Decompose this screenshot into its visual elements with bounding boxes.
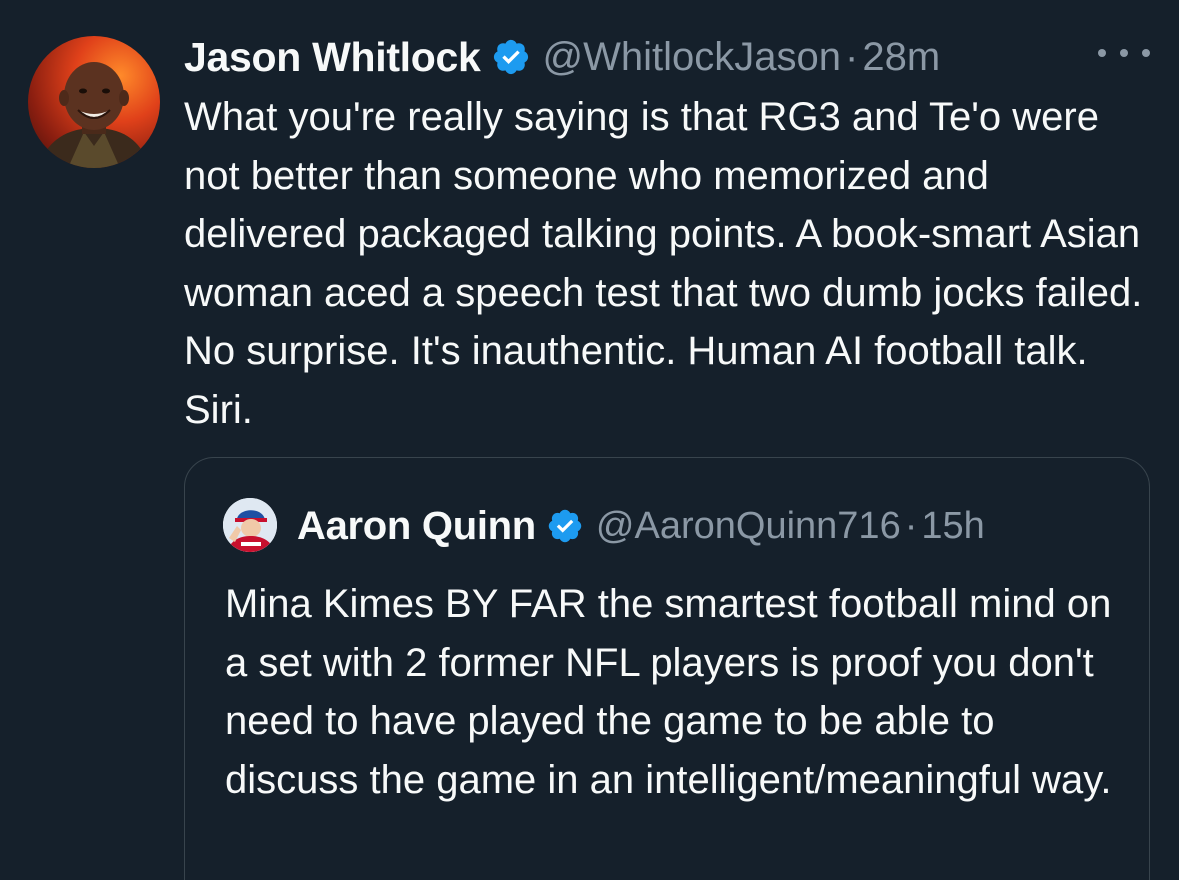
more-horizontal-icon[interactable] <box>1098 38 1150 68</box>
quoted-tweet-timestamp[interactable]: 15h <box>921 505 984 548</box>
quoted-tweet-text: Mina Kimes BY FAR the smartest football … <box>225 582 1112 802</box>
author-handle[interactable]: @WhitlockJason <box>543 35 841 80</box>
quoted-author-name[interactable]: Aaron Quinn <box>297 504 536 549</box>
author-name[interactable]: Jason Whitlock <box>184 34 481 81</box>
quoted-author-avatar[interactable] <box>223 498 277 552</box>
tweet-card[interactable]: Jason Whitlock @WhitlockJason · 28m What… <box>0 0 1179 880</box>
quoted-author-handle[interactable]: @AaronQuinn716 <box>596 505 901 548</box>
verified-badge-icon[interactable] <box>546 507 584 545</box>
author-avatar[interactable] <box>28 36 160 168</box>
quoted-avatar-photo <box>223 498 277 552</box>
tweet-timestamp[interactable]: 28m <box>862 35 940 80</box>
quoted-tweet[interactable]: Aaron Quinn @AaronQuinn716 · 15h Mina Ki… <box>184 457 1150 880</box>
tweet-header: Jason Whitlock @WhitlockJason · 28m <box>184 30 940 84</box>
tweet-text: What you're really saying is that RG3 an… <box>184 95 1143 432</box>
quoted-tweet-header: Aaron Quinn @AaronQuinn716 · 15h <box>297 498 985 554</box>
separator-dot: · <box>904 504 918 547</box>
verified-badge-icon[interactable] <box>491 37 531 77</box>
avatar-photo <box>38 62 150 168</box>
separator-dot: · <box>845 34 859 79</box>
